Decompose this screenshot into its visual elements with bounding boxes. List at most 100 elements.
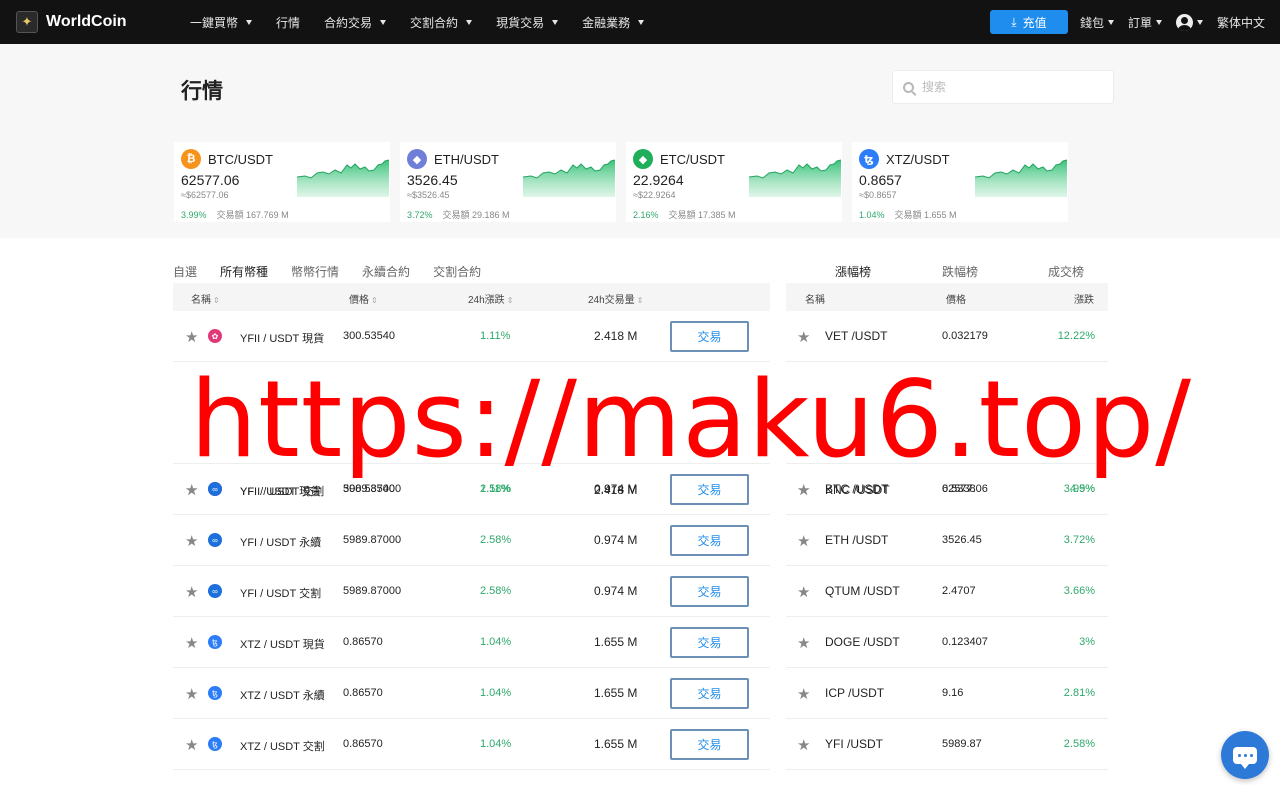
market-tab[interactable]: 所有幣種 [220, 263, 269, 285]
trade-button[interactable]: 交易 [670, 474, 749, 505]
favorite-star-icon[interactable]: ★ [185, 736, 198, 754]
favorite-star-icon[interactable]: ★ [797, 634, 810, 652]
nav-menu-item[interactable]: 交割合約 [410, 14, 473, 31]
favorite-star-icon[interactable]: ★ [185, 634, 198, 652]
rank-pair-change: 2.81% [1063, 687, 1095, 699]
nav-menu-label: 交割合約 [410, 15, 459, 30]
trade-button[interactable]: 交易 [670, 678, 749, 709]
favorite-star-icon[interactable]: ★ [797, 481, 810, 499]
pair-volume: 1.655 M [594, 737, 638, 751]
favorite-star-icon[interactable]: ★ [185, 328, 198, 346]
orders-menu[interactable]: 訂單 [1128, 14, 1162, 31]
ticker-volume: 交易額 167.769 M [216, 210, 289, 220]
pair-name: YFI / USDT 永續 [240, 537, 322, 549]
pair-price: 5989.87000 [343, 483, 402, 495]
ticker-volume: 交易額 1.655 M [894, 210, 957, 220]
col-volume[interactable]: 24h交易量 ⇕ [588, 291, 643, 306]
favorite-star-icon[interactable]: ★ [797, 685, 810, 703]
language-switch[interactable]: 繁体中文 [1217, 14, 1265, 31]
pair-volume: 1.655 M [594, 635, 638, 649]
market-tab[interactable]: 幣幣行情 [291, 263, 339, 283]
market-tab[interactable]: 自選 [173, 263, 197, 283]
table-row[interactable]: ★ ✿ YFII / USDT 現貨 300.53540 1.11% 2.418 M 交易 [173, 311, 770, 362]
pair-change: 1.04% [480, 738, 512, 750]
pair-change: 2.58% [480, 483, 512, 495]
rank-pair-change: 3% [1079, 636, 1095, 648]
page-title: 行情 [181, 80, 223, 103]
favorite-star-icon[interactable]: ★ [185, 481, 198, 499]
ranking-row[interactable]: ★ VET /USDT 0.032179 12.22% [786, 311, 1108, 362]
ticker-pair: ETC/USDT [660, 151, 725, 167]
trade-button[interactable]: 交易 [670, 321, 749, 352]
col-name[interactable]: 名稱 ⇕ [191, 291, 220, 306]
ranking-row[interactable]: ★ BTC /USDT 62577.06 3.99% [786, 464, 1108, 515]
trade-button[interactable]: 交易 [670, 627, 749, 658]
user-menu[interactable] [1175, 13, 1203, 31]
ticker-card[interactable]: ꜩ XTZ/USDT 0.8657 ≈$0.8657 1.04% 交易額 1.655 M [852, 142, 1068, 222]
chevron-down-icon [1155, 19, 1162, 25]
pair-volume: 0.974 M [594, 482, 638, 496]
ranking-tab[interactable]: 跌幅榜 [942, 263, 978, 280]
ranking-row[interactable]: ★ DOGE /USDT 0.123407 3% [786, 617, 1108, 668]
table-row[interactable]: ★ ∞ YFI / USDT 永續 5989.87000 2.58% 0.974 M 交易 [173, 515, 770, 566]
ranking-row[interactable]: ★ ICP /USDT 9.16 2.81% [786, 668, 1108, 719]
nav-menu-item[interactable]: 現貨交易 [496, 14, 559, 31]
ticker-coin: ◆ ETC/USDT [633, 149, 725, 169]
ticker-card[interactable]: ◆ ETH/USDT 3526.45 ≈$3526.45 3.72% 交易額 29.186… [400, 142, 616, 222]
deposit-button[interactable]: ⤓ 充值 [989, 10, 1068, 34]
favorite-star-icon[interactable]: ★ [185, 685, 198, 703]
favorite-star-icon[interactable]: ★ [185, 583, 198, 601]
favorite-star-icon[interactable]: ★ [797, 532, 810, 550]
ranking-tab[interactable]: 漲幅榜 [821, 263, 896, 285]
yfi-icon: ∞ [208, 482, 222, 496]
bitcoin-icon: ₿ [181, 149, 201, 169]
nav-menu-label: 行情 [276, 15, 301, 30]
sparkline-chart [523, 159, 615, 197]
ranking-tab[interactable]: 成交榜 [1048, 263, 1084, 280]
nav-menu-item[interactable]: 合約交易 [324, 14, 387, 31]
rank-pair-change: 12.22% [1057, 330, 1095, 342]
trade-button[interactable]: 交易 [670, 576, 749, 607]
sort-icon: ⇕ [506, 296, 514, 305]
market-tab[interactable]: 永續合約 [362, 263, 410, 283]
ranking-row[interactable]: ★ QTUM /USDT 2.4707 3.66% [786, 566, 1108, 617]
ticker-card[interactable]: ◆ ETC/USDT 22.9264 ≈$22.9264 2.16% 交易額 17.385… [626, 142, 842, 222]
search-input[interactable] [922, 80, 1092, 94]
wallet-label: 錢包 [1079, 15, 1104, 30]
search-box[interactable] [892, 70, 1114, 104]
logo[interactable]: ✦ WorldCoin [16, 11, 186, 33]
yfii-icon: ✿ [208, 329, 222, 343]
market-tab[interactable]: 交割合約 [433, 263, 481, 283]
chat-support-button[interactable] [1221, 731, 1269, 779]
favorite-star-icon[interactable]: ★ [797, 736, 810, 754]
favorite-star-icon[interactable]: ★ [185, 532, 198, 550]
table-row[interactable]: ★ ꜩ XTZ / USDT 交割 0.86570 1.04% 1.655 M 交易 [173, 719, 770, 770]
ranking-row[interactable]: ★ YFI /USDT 5989.87 2.58% [786, 719, 1108, 770]
table-row[interactable]: ★ ꜩ XTZ / USDT 現貨 0.86570 1.04% 1.655 M 交易 [173, 617, 770, 668]
sparkline-chart [749, 159, 841, 197]
pair-change: 1.04% [480, 687, 512, 699]
tezos-icon: ꜩ [859, 149, 879, 169]
pair-volume: 0.974 M [594, 533, 638, 547]
table-row[interactable]: ★ ∞ YFI / USDT 現貨 5989.87000 2.58% 0.974 M 交易 [173, 464, 770, 515]
market-tabs: 自選 所有幣種 幣幣行情 永續合約 交割合約 [173, 263, 504, 285]
table-row[interactable]: ★ ∞ YFI / USDT 交割 5989.87000 2.58% 0.974 M 交易 [173, 566, 770, 617]
trade-button[interactable]: 交易 [670, 729, 749, 760]
rank-pair-price: 2.4707 [942, 585, 976, 597]
col-price[interactable]: 價格 ⇕ [349, 291, 378, 306]
ticker-card[interactable]: ₿ BTC/USDT 62577.06 ≈$62577.06 3.99% 交易額 167.… [174, 142, 390, 222]
wallet-menu[interactable]: 錢包 [1080, 14, 1114, 31]
ranking-row[interactable]: ★ ETH /USDT 3526.45 3.72% [786, 515, 1108, 566]
nav-menu-item[interactable]: 一鍵買幣 [190, 14, 253, 31]
favorite-star-icon[interactable]: ★ [797, 583, 810, 601]
nav-menu-item[interactable]: 金融業務 [582, 14, 645, 31]
nav-menu-item[interactable]: 行情 [276, 14, 300, 31]
table-row[interactable]: ★✿YFII / USDT 交割300.535401.11%2.418 M交易 [173, 362, 770, 505]
col-change[interactable]: 24h漲跌 ⇕ [468, 291, 513, 306]
favorite-star-icon[interactable]: ★ [797, 328, 810, 346]
market-hero: 行情 ₿ BTC/USDT 62577.06 ≈$62577.06 3.99% 交易額 1… [0, 44, 1280, 238]
table-row[interactable]: ★ ꜩ XTZ / USDT 永續 0.86570 1.04% 1.655 M 交易 [173, 668, 770, 719]
tezos-icon: ꜩ [208, 686, 222, 700]
ranking-row[interactable]: ★ KNC /USDT 0.5338 4.5% [786, 362, 1108, 499]
trade-button[interactable]: 交易 [670, 525, 749, 556]
